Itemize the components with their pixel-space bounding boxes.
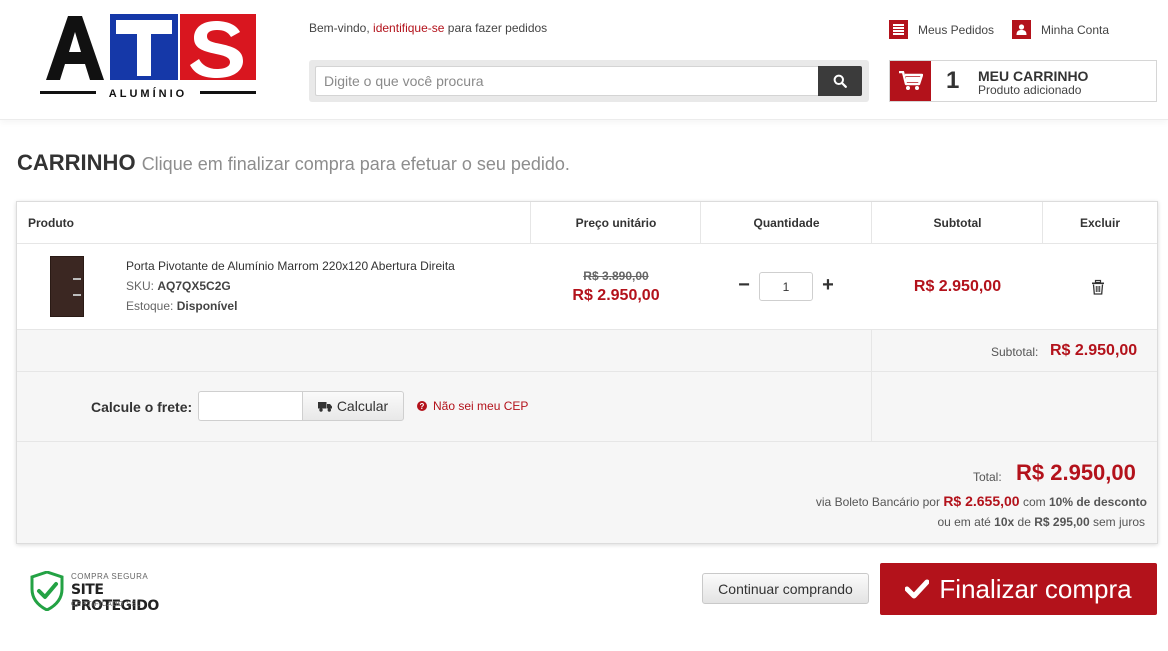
security-seal: COMPRA SEGURA SITE PROTEGIDO CERTIFICADO… [30, 569, 170, 614]
shipping-row: Calcule o frete: Calcular ? Não sei meu … [17, 372, 1157, 442]
cart-count: 1 [946, 67, 960, 94]
login-link[interactable]: identifique-se [373, 21, 444, 35]
header-product: Produto [28, 216, 74, 230]
cep-input[interactable] [198, 391, 302, 421]
search-button[interactable] [818, 66, 862, 96]
product-stock: Estoque: Disponível [126, 299, 237, 313]
cart-table: Produto Preço unitário Quantidade Subtot… [16, 201, 1158, 544]
checkout-button[interactable]: Finalizar compra [880, 563, 1157, 615]
product-name[interactable]: Porta Pivotante de Alumínio Marrom 220x1… [126, 259, 455, 273]
cart-status: Produto adicionado [978, 83, 1082, 97]
subtotal-row: Subtotal: R$ 2.950,00 [17, 330, 1157, 372]
welcome-message: Bem-vindo, identifique-se para fazer ped… [309, 21, 547, 35]
trash-icon[interactable] [1090, 279, 1106, 295]
check-icon [905, 579, 930, 599]
page-subtitle: Clique em finalizar compra para efetuar … [141, 154, 570, 174]
door-handle [73, 278, 81, 280]
unknown-cep-link[interactable]: ? Não sei meu CEP [417, 399, 528, 413]
header-subtotal: Subtotal [933, 216, 982, 230]
search-bar [309, 60, 869, 102]
product-image[interactable] [50, 256, 84, 317]
unit-price: R$ 2.950,00 [572, 287, 660, 304]
question-icon: ? [417, 401, 427, 411]
quantity-decrease-button[interactable]: − [736, 274, 752, 297]
truck-icon [317, 401, 332, 412]
boleto-value: R$ 2.655,00 [943, 493, 1020, 509]
my-account-label: Minha Conta [1041, 22, 1110, 37]
stock-label: Estoque: [126, 299, 174, 313]
quantity-increase-button[interactable]: + [820, 274, 836, 297]
my-account-link[interactable]: Minha Conta [1012, 20, 1109, 39]
boleto-price: via Boleto Bancário por R$ 2.655,00 com … [816, 493, 1147, 509]
product-sku: SKU: AQ7QX5C2G [126, 279, 231, 293]
table-row: Porta Pivotante de Alumínio Marrom 220x1… [17, 244, 1157, 330]
welcome-prefix: Bem-vindo, [309, 21, 370, 35]
boleto-discount: 10% de desconto [1048, 495, 1147, 509]
installments-mid: de [1017, 515, 1031, 529]
checkout-label: Finalizar compra [939, 573, 1132, 604]
installments-value: R$ 295,00 [1034, 515, 1090, 529]
calculate-label: Calcular [336, 398, 389, 414]
quantity-input[interactable] [759, 272, 813, 301]
continue-shopping-button[interactable]: Continuar comprando [702, 573, 869, 604]
old-price: R$ 3.890,00 [583, 269, 649, 283]
installments-prefix: ou em até [937, 515, 991, 529]
page-title-main: CARRINHO [17, 150, 136, 175]
cart-title: MEU CARRINHO [978, 68, 1089, 84]
total-value: R$ 2.950,00 [1016, 460, 1136, 485]
page-title: CARRINHO Clique em finalizar compra para… [17, 150, 570, 176]
sku-label: SKU: [126, 279, 155, 293]
row-subtotal: R$ 2.950,00 [913, 278, 1002, 295]
continue-shopping-label: Continuar comprando [718, 580, 853, 597]
boleto-mid: com [1022, 495, 1046, 509]
door-handle [73, 294, 81, 296]
calculate-shipping-button[interactable]: Calcular [302, 391, 404, 421]
subtotal-label: Subtotal: [991, 345, 1039, 359]
list-icon [889, 20, 908, 39]
ats-logo[interactable]: ALUMÍNIO [40, 14, 256, 100]
welcome-suffix: para fazer pedidos [447, 21, 548, 35]
boleto-prefix: via Boleto Bancário por [815, 495, 940, 509]
subtotal-value: R$ 2.950,00 [1050, 342, 1138, 359]
mini-cart[interactable]: 1 MEU CARRINHO Produto adicionado [889, 60, 1157, 102]
total-row: Total: R$ 2.950,00 via Boleto Bancário p… [17, 442, 1157, 543]
installments-count: 10x [994, 515, 1015, 529]
site-header: ALUMÍNIO Bem-vindo, identifique-se para … [0, 0, 1168, 120]
seal-top-text: COMPRA SEGURA [71, 572, 149, 581]
shipping-label: Calcule o frete: [91, 399, 193, 415]
cart-icon [890, 61, 931, 101]
user-icon [1012, 20, 1031, 39]
search-icon [833, 74, 847, 88]
unknown-cep-label: Não sei meu CEP [433, 399, 529, 413]
sku-value: AQ7QX5C2G [157, 279, 231, 293]
my-orders-label: Meus Pedidos [918, 22, 995, 37]
header-unit-price: Preço unitário [575, 216, 657, 230]
header-quantity: Quantidade [753, 216, 820, 230]
header-remove: Excluir [1079, 216, 1121, 230]
shield-icon [30, 571, 64, 611]
stock-value: Disponível [176, 299, 238, 313]
installments-info: ou em até 10x de R$ 295,00 sem juros [937, 515, 1145, 529]
my-orders-link[interactable]: Meus Pedidos [889, 20, 994, 39]
logo-subtext: ALUMÍNIO [109, 87, 187, 100]
seal-bottom-text: CERTIFICADO SSL [71, 601, 141, 608]
seal-main-text: SITE PROTEGIDO [71, 582, 159, 614]
table-header: Produto Preço unitário Quantidade Subtot… [17, 202, 1157, 244]
total-label: Total: [973, 470, 1002, 484]
installments-suffix: sem juros [1092, 515, 1145, 529]
search-input[interactable] [315, 66, 819, 96]
